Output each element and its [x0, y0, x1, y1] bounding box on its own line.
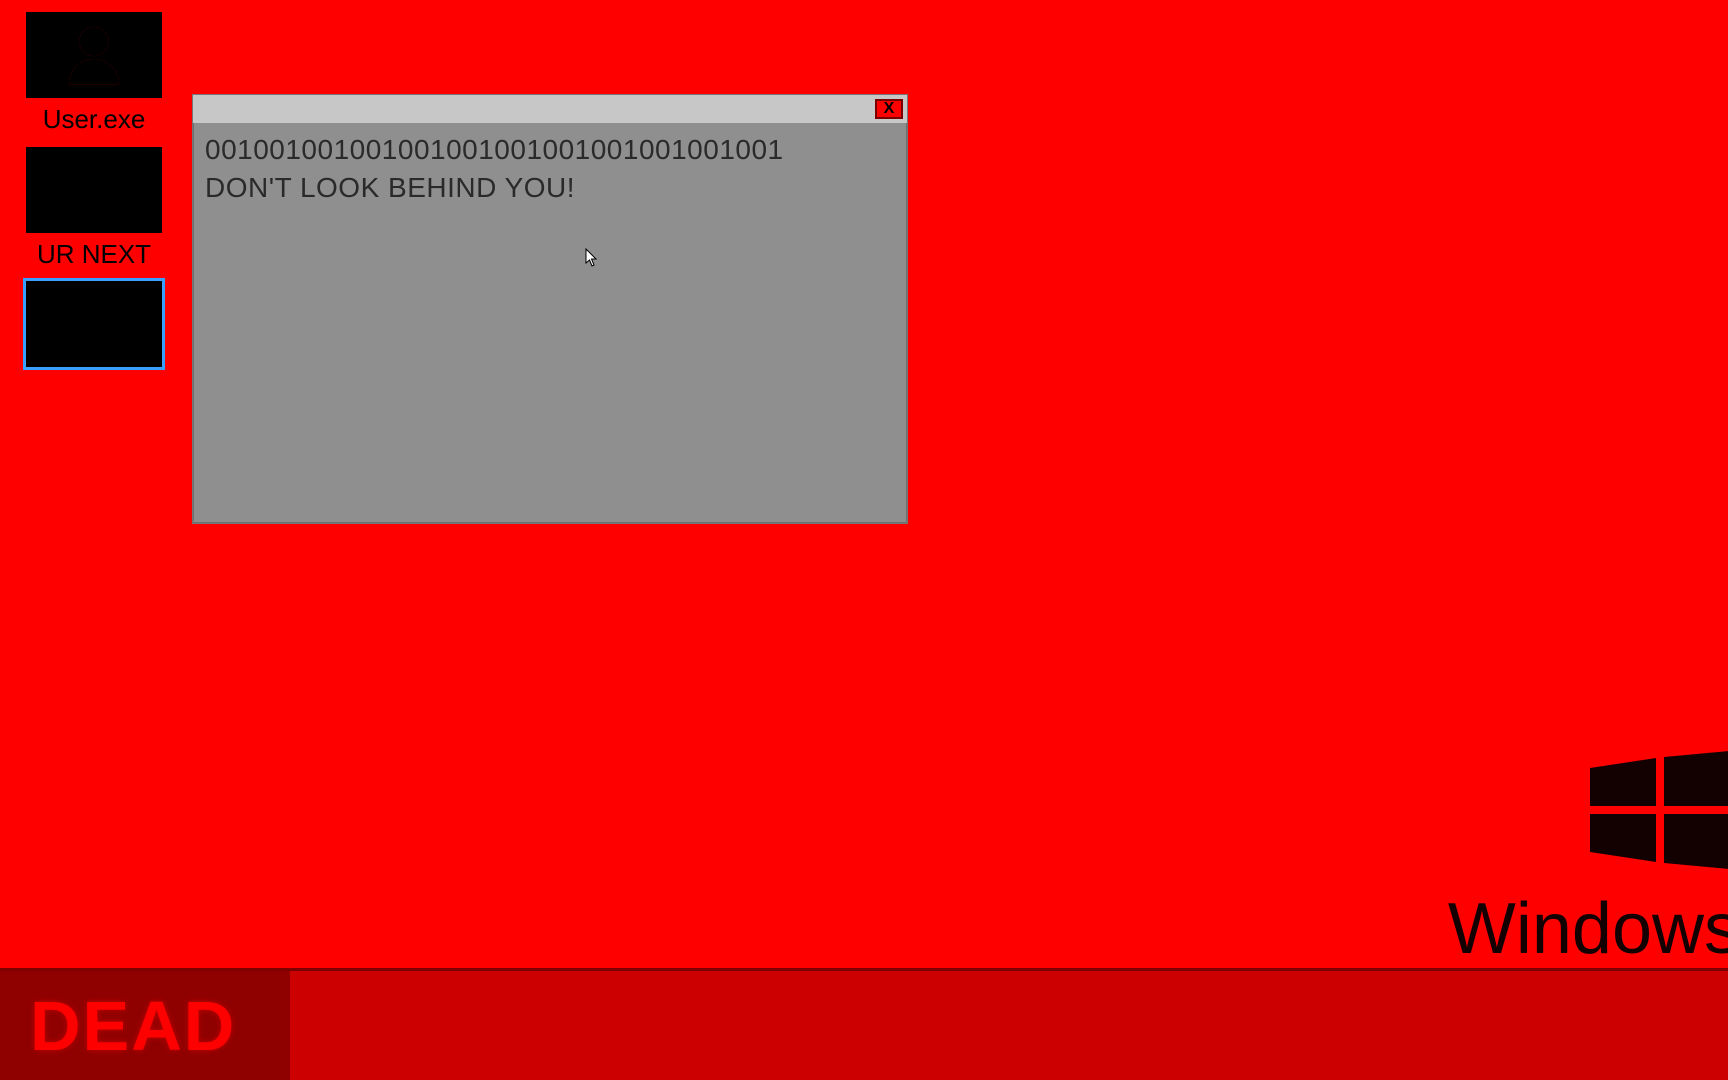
popup-line-binary: 001001001001001001001001001001001001 — [205, 131, 895, 169]
icon-thumbnail-ur-next — [23, 144, 165, 236]
taskbar[interactable]: DEAD — [0, 968, 1728, 1080]
popup-body: 001001001001001001001001001001001001 DON… — [193, 123, 907, 523]
watermark: Windows — [1448, 750, 1728, 970]
desktop-icon-ur-next[interactable]: UR NEXT — [14, 144, 174, 273]
icon-label-ur-next: UR NEXT — [23, 238, 165, 273]
popup-line-warning: DON'T LOOK BEHIND YOU! — [205, 169, 895, 207]
icon-label-user-exe: User.exe — [23, 103, 165, 138]
popup-window[interactable]: X 001001001001001001001001001001001001 D… — [192, 94, 908, 524]
user-icon — [58, 19, 130, 91]
desktop: User.exe UR NEXT X 001001001001001001001… — [0, 0, 1728, 1080]
desktop-icon-user-exe[interactable]: User.exe — [14, 9, 174, 138]
desktop-icon-blank[interactable] — [14, 278, 174, 396]
desktop-icons-column: User.exe UR NEXT — [14, 9, 174, 402]
close-button[interactable]: X — [875, 99, 903, 119]
start-button[interactable]: DEAD — [0, 971, 290, 1080]
windows-logo-icon — [1590, 750, 1728, 870]
close-icon: X — [884, 101, 895, 117]
start-button-label: DEAD — [30, 986, 236, 1066]
icon-thumbnail-user-exe — [23, 9, 165, 101]
watermark-text: Windows — [1448, 888, 1728, 970]
icon-label-blank — [23, 372, 165, 396]
popup-titlebar[interactable]: X — [193, 95, 907, 123]
icon-thumbnail-blank — [23, 278, 165, 370]
